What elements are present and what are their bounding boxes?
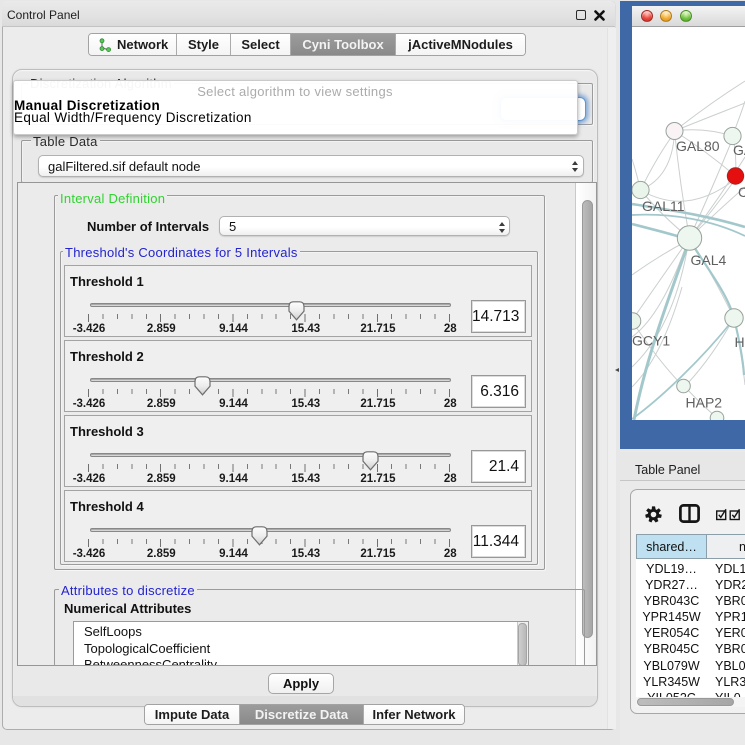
svg-text:GAL80: GAL80 (676, 138, 720, 154)
svg-text:H: H (735, 334, 745, 350)
svg-text:GA: GA (733, 142, 745, 158)
svg-text:GAL11: GAL11 (642, 198, 685, 214)
svg-text:GAL4: GAL4 (691, 252, 727, 268)
svg-text:GCY1: GCY1 (632, 333, 670, 349)
svg-text:C: C (738, 184, 745, 200)
svg-text:HAP2: HAP2 (686, 395, 723, 411)
